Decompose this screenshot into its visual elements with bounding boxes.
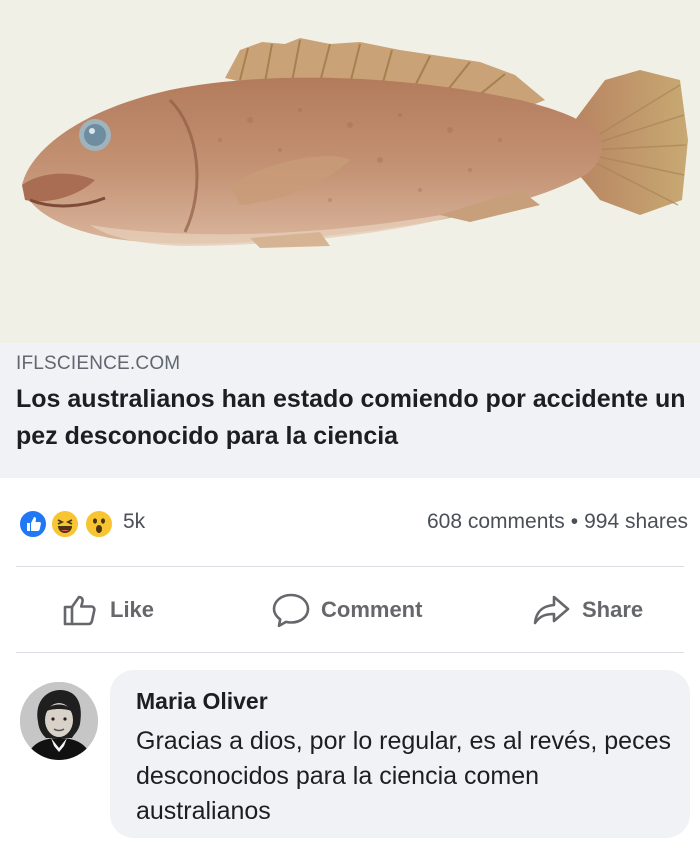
fish-illustration [22, 38, 688, 248]
share-label: Share [582, 597, 644, 622]
engagement-stats: 608 comments • 994 shares [427, 510, 688, 534]
post-actions: Like Comment Share [0, 580, 700, 640]
comment-author[interactable]: Maria Oliver [136, 688, 268, 715]
comment-button[interactable]: Comment [271, 590, 422, 630]
link-domain: IFLSCIENCE.COM [16, 353, 181, 374]
like-button[interactable]: Like [62, 590, 154, 630]
user-photo [20, 682, 98, 760]
post-image[interactable] [0, 0, 700, 343]
thumbs-up-icon [63, 595, 96, 626]
wow-reaction-icon[interactable] [84, 509, 114, 539]
comment-bubble: Maria Oliver Gracias a dios, por lo regu… [110, 670, 690, 838]
link-preview[interactable]: IFLSCIENCE.COM Los australianos han esta… [0, 343, 700, 478]
link-headline[interactable]: Los australianos han estado comiendo por… [16, 381, 686, 455]
comments-count[interactable]: 608 comments [427, 510, 565, 533]
comment-text: Gracias a dios, por lo regular, es al re… [136, 727, 671, 825]
like-reaction-icon[interactable] [18, 509, 48, 539]
comment-label: Comment [321, 597, 423, 622]
share-arrow-icon [533, 595, 570, 625]
comment-icon [272, 593, 310, 628]
divider [16, 652, 684, 653]
reactions-summary: 5k 608 comments • 994 shares [0, 495, 700, 551]
haha-reaction-icon[interactable] [50, 509, 80, 539]
stats-separator: • [570, 510, 579, 533]
reaction-count[interactable]: 5k [123, 510, 145, 534]
share-button[interactable]: Share [532, 590, 643, 630]
avatar[interactable] [20, 682, 98, 760]
like-label: Like [110, 597, 155, 622]
shares-count[interactable]: 994 shares [584, 510, 688, 533]
divider [16, 566, 684, 567]
